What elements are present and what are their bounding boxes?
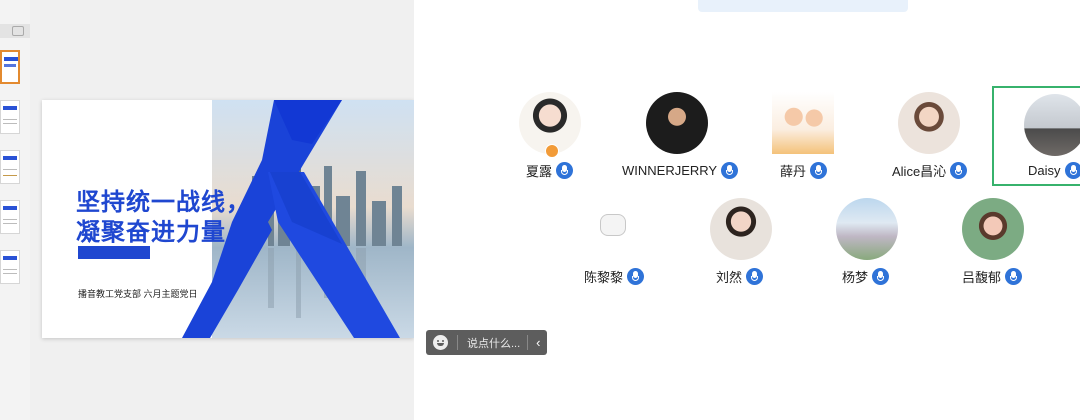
slide-title-line-2: 凝聚奋进力量 <box>76 219 226 246</box>
participant-tile-1[interactable]: 夏露 <box>500 86 600 186</box>
slide-thumbnail-4[interactable] <box>0 200 20 234</box>
participant-name: 吕馥郁 <box>962 269 1002 285</box>
participant-tile-4[interactable]: Alice昌沁 <box>882 86 982 186</box>
slide-thumbnail-1[interactable] <box>0 50 20 84</box>
participant-tile-5[interactable]: Daisy <box>992 86 1080 186</box>
chat-input-bar[interactable]: 说点什么... ‹ <box>426 330 547 355</box>
participant-name: 杨梦 <box>842 269 869 285</box>
avatar <box>1024 94 1080 156</box>
microphone-icon[interactable] <box>556 161 574 179</box>
avatar <box>898 92 960 154</box>
thumbnail-view-icon[interactable] <box>12 26 24 36</box>
emoji-icon[interactable] <box>433 335 448 350</box>
participant-tile-7[interactable]: 刘然 <box>692 196 792 296</box>
participant-name: 薛丹 <box>780 163 807 179</box>
slide-thumbnail-2[interactable] <box>0 100 20 134</box>
participant-name: WINNERJERRY <box>622 162 718 178</box>
slide-canvas-area: 坚持统一战线， 凝聚奋进力量 播音教工党支部 六月主题党日 <box>30 0 414 420</box>
avatar <box>772 92 834 154</box>
participant-name: Daisy <box>1028 162 1061 178</box>
thumbnail-toolbar <box>0 24 30 38</box>
participant-tile-8[interactable]: 杨梦 <box>818 196 918 296</box>
title-accent-bar <box>78 246 150 259</box>
chevron-left-icon[interactable]: ‹ <box>536 335 540 350</box>
participant-tile-3[interactable]: 薛丹 <box>756 86 856 186</box>
avatar <box>600 214 626 236</box>
chat-input-placeholder[interactable]: 说点什么... <box>467 335 520 351</box>
microphone-icon[interactable] <box>721 161 739 179</box>
participant-name: 夏露 <box>526 163 553 179</box>
microphone-icon[interactable] <box>1064 161 1080 179</box>
avatar <box>710 198 772 260</box>
current-slide: 坚持统一战线， 凝聚奋进力量 播音教工党支部 六月主题党日 <box>42 100 414 338</box>
participant-tile-2[interactable]: WINNERJERRY <box>622 86 746 186</box>
participant-name: Alice昌沁 <box>892 163 947 179</box>
avatar <box>646 92 708 154</box>
avatar <box>962 198 1024 260</box>
participant-tile-9[interactable]: 吕馥郁 <box>944 196 1044 296</box>
participant-name: 陈黎黎 <box>584 269 624 285</box>
host-badge-icon <box>545 144 559 158</box>
microphone-icon[interactable] <box>810 161 828 179</box>
slide-thumbnail-3[interactable] <box>0 150 20 184</box>
microphone-icon[interactable] <box>872 267 890 285</box>
participant-grid: 夏露 WINNERJERRY 薛丹 Alice昌沁 Daisy 陈黎黎 刘然 杨… <box>414 0 1080 420</box>
microphone-icon[interactable] <box>950 161 968 179</box>
top-notice-banner <box>698 0 908 12</box>
microphone-icon[interactable] <box>1005 267 1023 285</box>
slide-thumbnail-strip <box>0 0 31 420</box>
participant-tile-6[interactable]: 陈黎黎 <box>574 196 674 296</box>
participant-name: 刘然 <box>716 269 743 285</box>
microphone-icon[interactable] <box>627 267 645 285</box>
slide-thumbnail-5[interactable] <box>0 250 20 284</box>
avatar <box>836 198 898 260</box>
microphone-icon[interactable] <box>746 267 764 285</box>
slide-subtitle: 播音教工党支部 六月主题党日 <box>78 289 198 299</box>
